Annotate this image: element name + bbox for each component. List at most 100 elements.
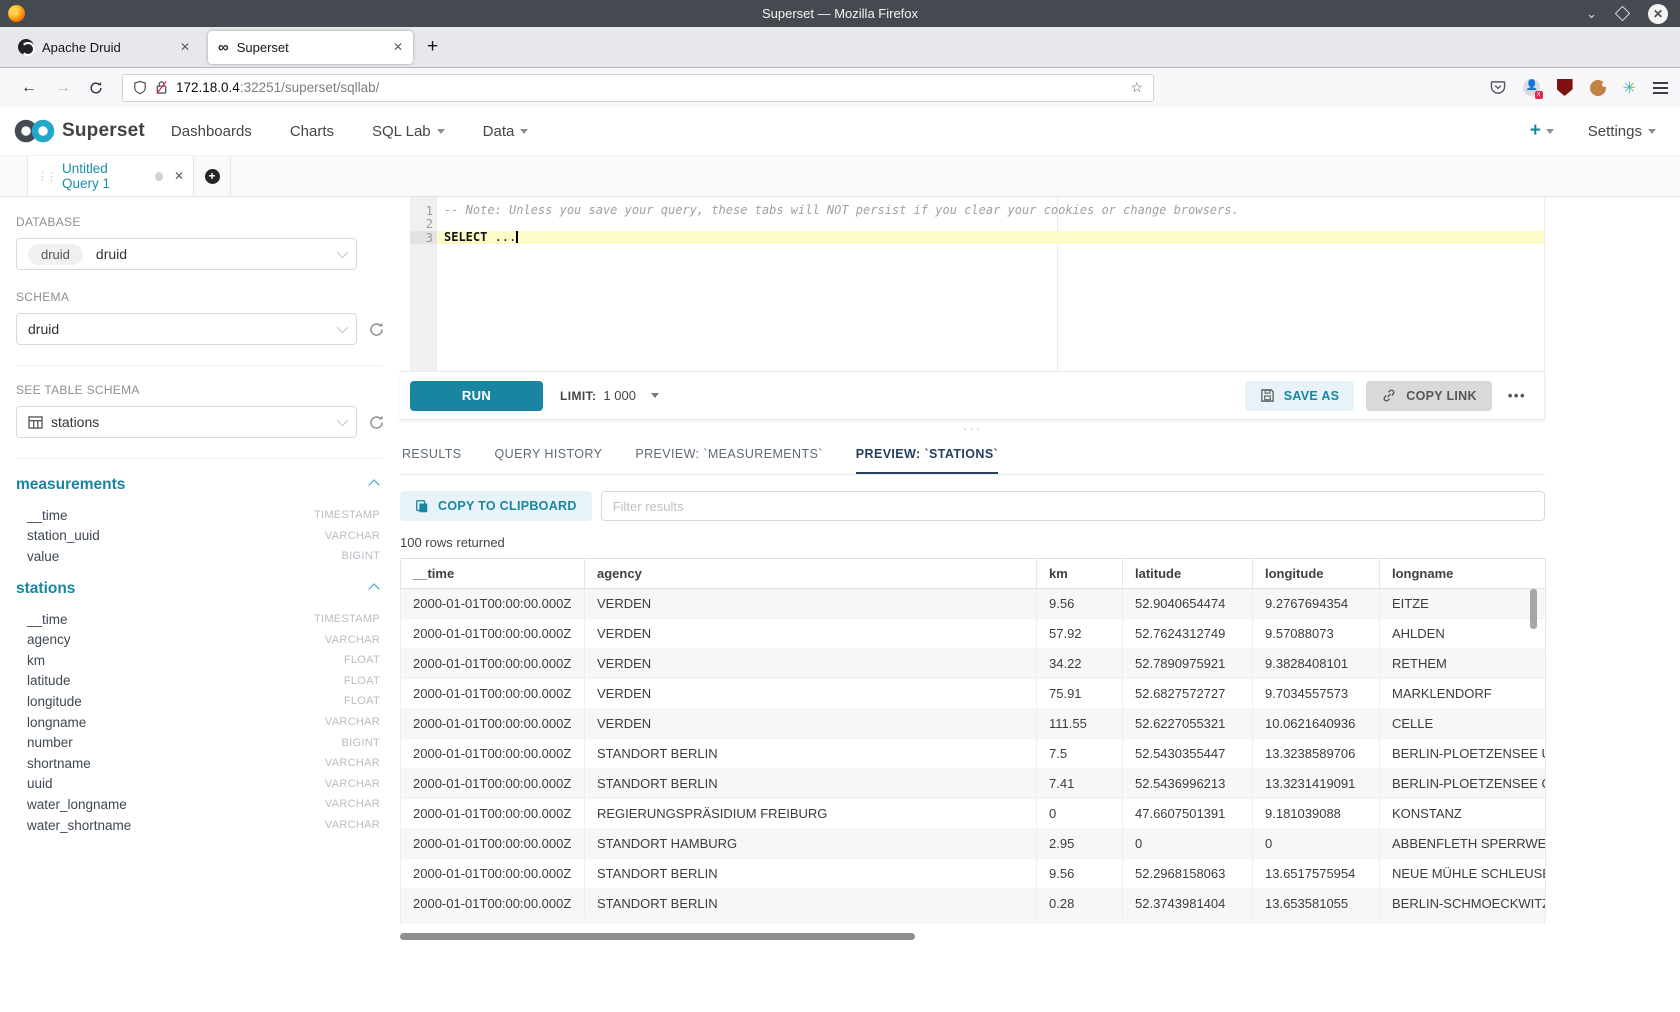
column-name: number	[27, 735, 73, 750]
copy-to-clipboard-button[interactable]: COPY TO CLIPBOARD	[400, 491, 592, 521]
nav-item-charts[interactable]: Charts	[290, 123, 334, 140]
column-header-__time[interactable]: __time	[401, 559, 585, 589]
browser-tab-apache-druid[interactable]: Apache Druid ✕	[8, 31, 200, 64]
table-row: 2000-01-01T00:00:00.000ZSTANDORT BERLIN0…	[401, 889, 1546, 919]
add-query-tab[interactable]: +	[194, 156, 231, 196]
nav-item-dashboards[interactable]: Dashboards	[171, 123, 252, 140]
vertical-scrollbar[interactable]	[1530, 589, 1537, 629]
table-row: 2000-01-01T00:00:00.000ZSTANDORT BERLIN7…	[401, 739, 1546, 769]
text-cursor	[516, 231, 518, 243]
database-select[interactable]: druid druid	[16, 238, 357, 270]
ublock-icon[interactable]	[1557, 79, 1573, 96]
code-active-line: SELECT ...	[437, 231, 1544, 244]
more-options-button[interactable]: •••	[1504, 388, 1530, 403]
browser-tab-superset[interactable]: ∞ Superset ✕	[208, 31, 413, 64]
nav-item-sql-lab[interactable]: SQL Lab	[372, 123, 445, 140]
menu-icon[interactable]	[1653, 82, 1668, 94]
schema-table-header[interactable]: stations	[16, 580, 400, 598]
table-cell: 52.7624312749	[1123, 619, 1253, 649]
column-header-agency[interactable]: agency	[585, 559, 1037, 589]
close-icon[interactable]: ✕	[1648, 4, 1668, 24]
table-row: 2000-01-01T00:00:00.000ZVERDEN57.9252.76…	[401, 619, 1546, 649]
table-cell: MARKLENDORF	[1380, 679, 1546, 709]
table-row: 2000-01-01T00:00:00.000ZSTANDORT HAMBURG…	[401, 829, 1546, 859]
pocket-icon[interactable]	[1490, 80, 1506, 95]
bookmark-star-icon[interactable]: ☆	[1130, 79, 1143, 96]
url-bar[interactable]: 172.18.0.4:32251/superset/sqllab/ ☆	[122, 74, 1154, 102]
refresh-table-icon[interactable]	[368, 414, 385, 431]
results-tab-4[interactable]: PREVIEW: `STATIONS`	[856, 436, 998, 474]
run-button[interactable]: RUN	[410, 381, 543, 411]
filter-results-input[interactable]	[601, 491, 1545, 521]
sql-editor[interactable]: 123 -- Note: Unless you save your query,…	[400, 197, 1545, 371]
table-row: 2000-01-01T00:00:00.000ZSTANDORT BERLIN7…	[401, 769, 1546, 799]
schema-select[interactable]: druid	[16, 313, 357, 345]
column-type: VARCHAR	[325, 530, 380, 542]
nav-item-label: Data	[483, 123, 515, 140]
table-cell: BERLIN-PLOETZENSEE OP	[1380, 769, 1546, 799]
table-cell: 13.653581055	[1253, 889, 1380, 919]
schema-column: kmFLOAT	[16, 650, 380, 671]
pane-resize-handle[interactable]: ···	[400, 420, 1545, 436]
lock-crossed-icon[interactable]	[155, 80, 168, 95]
superset-logo[interactable]: Superset	[14, 118, 145, 144]
back-icon[interactable]: ←	[21, 79, 37, 97]
database-label: DATABASE	[16, 215, 400, 229]
column-header-latitude[interactable]: latitude	[1123, 559, 1253, 589]
settings-menu[interactable]: Settings	[1588, 123, 1656, 140]
tab-close-icon[interactable]: ✕	[393, 40, 403, 54]
refresh-schema-icon[interactable]	[368, 321, 385, 338]
schema-column: longnameVARCHAR	[16, 712, 380, 733]
table-cell: 9.7034557573	[1253, 679, 1380, 709]
column-type: FLOAT	[344, 654, 380, 666]
clipboard-icon	[415, 499, 429, 514]
results-tab-3[interactable]: PREVIEW: `MEASUREMENTS`	[635, 436, 822, 474]
schema-table-header[interactable]: measurements	[16, 476, 400, 494]
table-cell: 9.56	[1037, 859, 1123, 889]
table-cell: 9.3828408101	[1253, 649, 1380, 679]
table-cell: CELLE	[1380, 709, 1546, 739]
table-cell: 2.95	[1037, 829, 1123, 859]
limit-dropdown[interactable]: LIMIT: 1 000	[560, 388, 659, 403]
column-header-km[interactable]: km	[1037, 559, 1123, 589]
database-pill: druid	[28, 244, 83, 265]
column-header-longitude[interactable]: longitude	[1253, 559, 1380, 589]
results-tab-1[interactable]: RESULTS	[402, 436, 462, 474]
minimize-icon[interactable]: ⌄	[1586, 7, 1597, 20]
table-cell: 52.9040654474	[1123, 589, 1253, 619]
editor-gutter: 123	[410, 197, 437, 371]
tracking-shield-icon[interactable]	[133, 80, 147, 95]
close-query-tab-icon[interactable]: ✕	[174, 169, 184, 183]
schema-table-measurements: measurements__timeTIMESTAMPstation_uuidV…	[16, 476, 400, 567]
account-extension-icon[interactable]	[1523, 79, 1540, 96]
nav-item-data[interactable]: Data	[483, 123, 529, 140]
editor-code[interactable]: -- Note: Unless you save your query, the…	[437, 197, 1544, 371]
column-header-longname[interactable]: longname	[1380, 559, 1546, 589]
table-cell: VERDEN	[585, 679, 1037, 709]
maximize-icon[interactable]	[1615, 6, 1631, 22]
drag-handle-icon[interactable]: ⋮⋮	[37, 170, 55, 183]
collapse-icon[interactable]	[368, 583, 379, 594]
query-tab-untitled[interactable]: ⋮⋮ Untitled Query 1 ✕	[27, 156, 194, 196]
nav-item-label: Charts	[290, 123, 334, 140]
horizontal-scrollbar[interactable]	[400, 933, 915, 940]
reload-icon[interactable]	[89, 81, 103, 95]
url-text[interactable]: 172.18.0.4:32251/superset/sqllab/	[176, 80, 379, 95]
table-select[interactable]: stations	[16, 406, 357, 438]
forward-icon[interactable]: →	[55, 79, 71, 97]
column-type: VARCHAR	[325, 634, 380, 646]
copy-link-button[interactable]: COPY LINK	[1366, 381, 1492, 411]
sqllab-sidebar: DATABASE druid druid SCHEMA druid SE	[0, 197, 400, 1012]
schema-column: water_shortnameVARCHAR	[16, 815, 380, 836]
save-as-button[interactable]: SAVE AS	[1245, 381, 1355, 411]
new-tab-button[interactable]: +	[427, 36, 438, 58]
chevron-down-icon	[520, 129, 528, 134]
cookie-extension-icon[interactable]	[1590, 80, 1606, 96]
table-cell: VERDEN	[585, 709, 1037, 739]
collapse-icon[interactable]	[368, 479, 379, 490]
tab-close-icon[interactable]: ✕	[180, 40, 190, 54]
query-tabstrip: ⋮⋮ Untitled Query 1 ✕ +	[0, 156, 1680, 197]
results-tab-2[interactable]: QUERY HISTORY	[495, 436, 603, 474]
colorful-extension-icon[interactable]: ✳	[1623, 78, 1636, 98]
add-new-button[interactable]: +	[1530, 120, 1554, 142]
